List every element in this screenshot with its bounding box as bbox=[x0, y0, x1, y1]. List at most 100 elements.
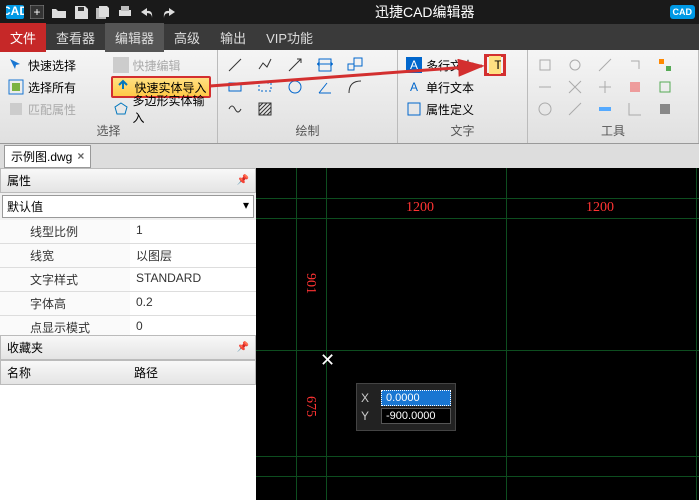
svg-text:+: + bbox=[33, 5, 40, 19]
hatch-icon[interactable] bbox=[254, 98, 276, 120]
dim-675: 675 bbox=[302, 396, 318, 417]
quick-select[interactable]: 快速选择 bbox=[6, 54, 107, 76]
tab-document[interactable]: 示例图.dwg × bbox=[4, 145, 91, 168]
group-label-text: 文字 bbox=[404, 122, 521, 139]
tool15-icon[interactable] bbox=[654, 98, 676, 120]
dim-901: 901 bbox=[302, 273, 318, 294]
tool2-icon[interactable] bbox=[564, 54, 586, 76]
favorites-body bbox=[0, 385, 256, 500]
arc-icon[interactable] bbox=[344, 76, 366, 98]
prop-row: 线宽以图层 bbox=[0, 244, 256, 268]
properties-title: 属性 bbox=[7, 172, 31, 189]
app-title: 迅捷CAD编辑器 bbox=[180, 2, 670, 22]
ribbon: 快速选择 选择所有 匹配属性 快捷编辑 快速实体导入 多边形实体输入 选择 ⟷ bbox=[0, 50, 699, 144]
quick-edit: 快捷编辑 bbox=[111, 54, 212, 76]
favorites-columns: 名称 路径 bbox=[0, 360, 256, 385]
saveall-icon[interactable] bbox=[93, 2, 113, 22]
curve-icon[interactable] bbox=[224, 98, 246, 120]
document-tabs: 示例图.dwg × bbox=[0, 144, 699, 168]
dimension-icon[interactable]: ⟷ bbox=[314, 54, 336, 76]
col-path: 路径 bbox=[128, 361, 255, 384]
crosshair-cursor: ✕ bbox=[320, 350, 335, 371]
tool3-icon[interactable] bbox=[594, 54, 616, 76]
chevron-down-icon: ▾ bbox=[243, 198, 249, 215]
prop-row: 点显示模式0 bbox=[0, 316, 256, 335]
polygon-entity-input[interactable]: 多边形实体输入 bbox=[111, 98, 212, 120]
tool9-icon[interactable] bbox=[624, 76, 646, 98]
menu-file[interactable]: 文件 bbox=[0, 23, 46, 52]
select-all[interactable]: 选择所有 bbox=[6, 76, 107, 98]
tool5-icon[interactable] bbox=[654, 54, 676, 76]
menu-bar: 文件 查看器 编辑器 高级 输出 VIP功能 bbox=[0, 24, 699, 50]
ribbon-group-text: A多行文本 T A单行文本 属性定义 文字 bbox=[398, 50, 528, 143]
rect-icon[interactable] bbox=[224, 76, 246, 98]
multiline-text[interactable]: A多行文本 T bbox=[404, 54, 521, 76]
print-icon[interactable] bbox=[115, 2, 135, 22]
left-panel: 属性 📌 默认值▾ 线型比例1 线宽以图层 文字样式STANDARD 字体高0.… bbox=[0, 168, 256, 500]
angle-icon[interactable] bbox=[314, 76, 336, 98]
ribbon-group-select: 快速选择 选择所有 匹配属性 快捷编辑 快速实体导入 多边形实体输入 选择 bbox=[0, 50, 218, 143]
redo-icon[interactable] bbox=[159, 2, 179, 22]
menu-editor[interactable]: 编辑器 bbox=[105, 23, 164, 52]
svg-text:⟷: ⟷ bbox=[317, 57, 333, 71]
favorites-title: 收藏夹 bbox=[7, 339, 43, 356]
tool10-icon[interactable] bbox=[654, 76, 676, 98]
match-properties: 匹配属性 bbox=[6, 98, 107, 120]
svg-text:A: A bbox=[410, 80, 418, 94]
y-label: Y bbox=[361, 409, 373, 423]
svg-text:CAD: CAD bbox=[6, 5, 24, 18]
pin-icon[interactable]: 📌 bbox=[237, 175, 249, 186]
arrow-icon[interactable] bbox=[284, 54, 306, 76]
title-bar: CAD + 迅捷CAD编辑器 CAD bbox=[0, 0, 699, 24]
default-dropdown[interactable]: 默认值▾ bbox=[2, 195, 254, 218]
line-icon[interactable] bbox=[224, 54, 246, 76]
properties-list: 线型比例1 线宽以图层 文字样式STANDARD 字体高0.2 点显示模式0 点… bbox=[0, 220, 256, 335]
tool4-icon[interactable] bbox=[624, 54, 646, 76]
undo-icon[interactable] bbox=[137, 2, 157, 22]
pin-icon[interactable]: 📌 bbox=[237, 342, 249, 353]
circle-icon[interactable] bbox=[284, 76, 306, 98]
prop-row: 文字样式STANDARD bbox=[0, 268, 256, 292]
new-icon[interactable]: + bbox=[27, 2, 47, 22]
single-text[interactable]: A单行文本 bbox=[404, 76, 521, 98]
tool7-icon[interactable] bbox=[564, 76, 586, 98]
polyline-icon[interactable] bbox=[254, 54, 276, 76]
menu-viewer[interactable]: 查看器 bbox=[46, 23, 105, 52]
x-label: X bbox=[361, 391, 373, 405]
ribbon-group-draw: ⟷ 绘制 bbox=[218, 50, 398, 143]
drawing-canvas[interactable]: 1200 1200 901 675 ✕ X0.0000 Y-900.0000 bbox=[256, 168, 699, 500]
x-value[interactable]: 0.0000 bbox=[381, 390, 451, 406]
menu-vip[interactable]: VIP功能 bbox=[256, 23, 323, 52]
tool6-icon[interactable] bbox=[534, 76, 556, 98]
tab-label: 示例图.dwg bbox=[11, 148, 72, 165]
tool11-icon[interactable] bbox=[534, 98, 556, 120]
y-value[interactable]: -900.0000 bbox=[381, 408, 451, 424]
favorites-header: 收藏夹 📌 bbox=[0, 335, 256, 360]
properties-header: 属性 📌 bbox=[0, 168, 256, 193]
menu-advanced[interactable]: 高级 bbox=[164, 23, 210, 52]
svg-text:A: A bbox=[410, 58, 418, 72]
text-tool-highlighted[interactable]: T bbox=[484, 54, 506, 76]
prop-row: 线型比例1 bbox=[0, 220, 256, 244]
menu-output[interactable]: 输出 bbox=[210, 23, 256, 52]
cad-badge: CAD bbox=[670, 5, 696, 19]
tool8-icon[interactable] bbox=[594, 76, 616, 98]
scale-icon[interactable] bbox=[344, 54, 366, 76]
tool13-icon[interactable] bbox=[594, 98, 616, 120]
prop-row: 字体高0.2 bbox=[0, 292, 256, 316]
svg-text:T: T bbox=[494, 58, 501, 72]
open-icon[interactable] bbox=[49, 2, 69, 22]
group-label-draw: 绘制 bbox=[224, 122, 391, 139]
save-icon[interactable] bbox=[71, 2, 91, 22]
close-icon[interactable]: × bbox=[77, 149, 84, 163]
rect2-icon[interactable] bbox=[254, 76, 276, 98]
attribute-def[interactable]: 属性定义 bbox=[404, 98, 521, 120]
app-icon: CAD bbox=[5, 2, 25, 22]
tool14-icon[interactable] bbox=[624, 98, 646, 120]
col-name: 名称 bbox=[1, 361, 128, 384]
ribbon-group-tools: 工具 bbox=[528, 50, 699, 143]
group-label-select: 选择 bbox=[6, 122, 211, 139]
tool1-icon[interactable] bbox=[534, 54, 556, 76]
tool12-icon[interactable] bbox=[564, 98, 586, 120]
dim-1200b: 1200 bbox=[586, 200, 614, 216]
